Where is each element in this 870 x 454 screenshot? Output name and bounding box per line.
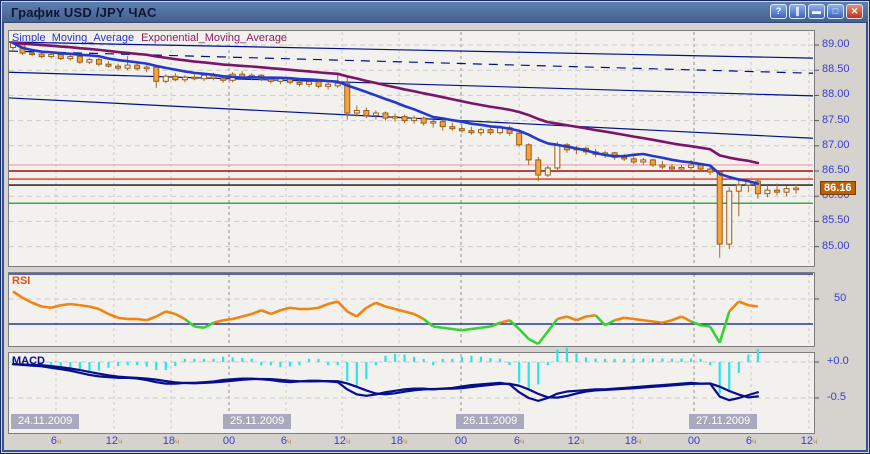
- price-tick-label: 86.50: [822, 164, 850, 176]
- price-tick-label: 88.50: [822, 63, 850, 75]
- chart-window: График USD /JPY ЧАС ?∥▬□✕ Simple_Moving_…: [0, 0, 870, 454]
- minimize-button[interactable]: ▬: [808, 4, 825, 19]
- price-tick-label: 89.00: [822, 38, 850, 50]
- time-tick-label: 12ч: [98, 435, 130, 447]
- time-tick-label: 00: [445, 435, 477, 447]
- rsi-panel[interactable]: [8, 272, 815, 347]
- time-tick-label: 00: [678, 435, 710, 447]
- time-tick-label: 6ч: [40, 435, 72, 447]
- price-tick-label: 88.00: [822, 88, 850, 100]
- rsi-tick-label: 50: [834, 292, 846, 304]
- help-button[interactable]: ?: [770, 4, 787, 19]
- price-tick-label: 85.50: [822, 214, 850, 226]
- price-tick-label: 86.00: [822, 189, 850, 201]
- indicator-legend: Simple_Moving_Average Exponential_Moving_…: [12, 32, 287, 44]
- time-tick-label: 18ч: [383, 435, 415, 447]
- window-title: График USD /JPY ЧАС: [11, 5, 157, 20]
- price-tick-label: 87.00: [822, 139, 850, 151]
- maximize-button[interactable]: □: [827, 4, 844, 19]
- time-tick-label: 6ч: [270, 435, 302, 447]
- price-tick-label: 85.00: [822, 240, 850, 252]
- sma-legend-label: Simple_Moving_Average: [12, 32, 134, 44]
- price-chart-panel[interactable]: [8, 30, 815, 267]
- current-price-badge: 86.16: [820, 181, 856, 195]
- time-tick-label: 12ч: [560, 435, 592, 447]
- time-tick-label: 18ч: [617, 435, 649, 447]
- price-tick-label: 87.50: [822, 114, 850, 126]
- window-buttons: ?∥▬□✕: [770, 4, 863, 19]
- time-tick-label: 00: [213, 435, 245, 447]
- time-tick-label: 12ч: [326, 435, 358, 447]
- macd-tick-label: +0.0: [827, 355, 849, 367]
- time-tick-label: 18ч: [155, 435, 187, 447]
- rsi-panel-label: RSI: [12, 275, 30, 287]
- time-tick-label: 6ч: [735, 435, 767, 447]
- macd-panel[interactable]: [8, 352, 815, 434]
- macd-tick-label: -0.5: [827, 391, 846, 403]
- window-titlebar[interactable]: График USD /JPY ЧАС: [2, 2, 868, 23]
- time-tick-label: 6ч: [503, 435, 535, 447]
- time-tick-label: 12ч: [793, 435, 825, 447]
- close-button[interactable]: ✕: [846, 4, 863, 19]
- pause-button[interactable]: ∥: [789, 4, 806, 19]
- macd-panel-label: MACD: [12, 355, 45, 367]
- ema-legend-label: Exponential_Moving_Average: [141, 32, 287, 44]
